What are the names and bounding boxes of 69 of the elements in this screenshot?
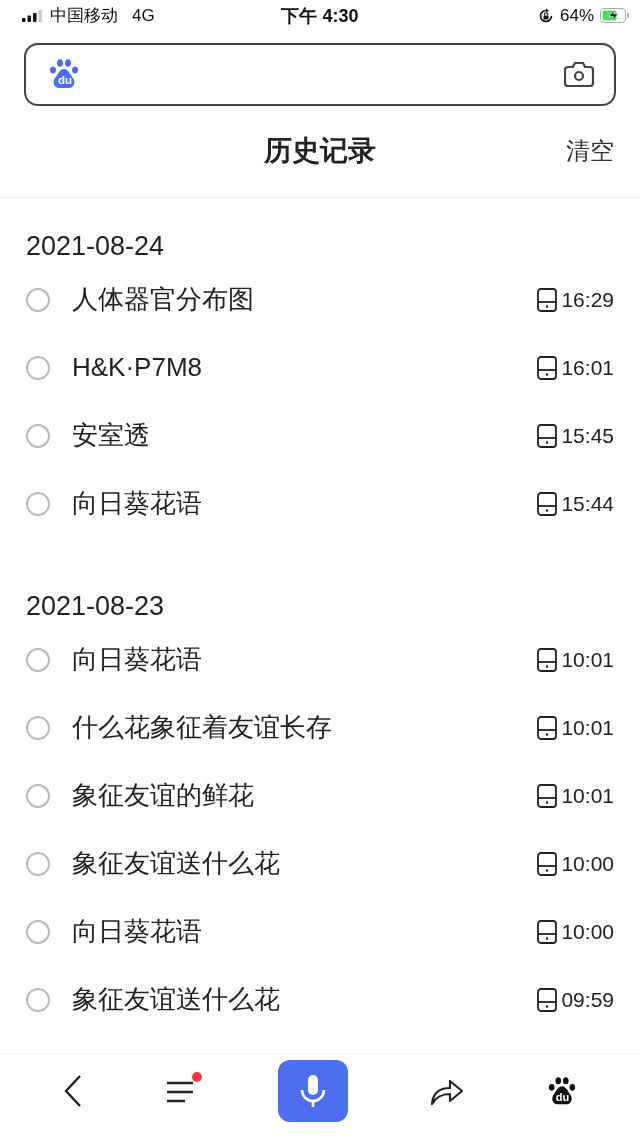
- history-item[interactable]: 向日葵花语 10:01: [0, 625, 640, 694]
- tablet-icon: [537, 715, 558, 740]
- logo-text: du: [58, 75, 73, 87]
- date-header: 2021-08-24: [25, 229, 166, 263]
- history-item[interactable]: 向日葵花语 10:00: [0, 897, 640, 966]
- logo-text: du: [555, 1092, 570, 1104]
- time-text: 15:45: [561, 423, 614, 448]
- tablet-icon: [537, 783, 558, 808]
- carrier-name: 中国移动: [50, 5, 118, 28]
- time-text: 10:01: [561, 647, 614, 672]
- tablet-icon: [537, 851, 558, 876]
- signal-icon: [22, 9, 44, 22]
- query-text: H&K·P7M8: [72, 352, 204, 384]
- checkbox[interactable]: [26, 491, 50, 516]
- checkbox[interactable]: [26, 355, 50, 380]
- tablet-icon: [537, 491, 558, 516]
- time-text: 16:29: [561, 287, 614, 312]
- time-text: 10:01: [561, 715, 614, 740]
- history-item[interactable]: 象征友谊送什么花 10:00: [0, 829, 640, 898]
- checkbox[interactable]: [26, 783, 50, 808]
- checkbox[interactable]: [26, 287, 50, 312]
- time-text: 10:01: [561, 783, 614, 808]
- paw-logo-icon: [48, 58, 80, 91]
- time-text: 16:01: [561, 355, 614, 380]
- query-text: 向日葵花语: [72, 915, 203, 949]
- battery-percent: 64%: [559, 5, 594, 26]
- checkbox[interactable]: [26, 851, 50, 876]
- time-text: 09:59: [561, 987, 614, 1012]
- query-text: 人体器官分布图: [72, 283, 255, 317]
- time-text: 10:00: [561, 851, 614, 876]
- tablet-icon: [537, 287, 558, 312]
- tablet-icon: [537, 423, 558, 448]
- query-text: 向日葵花语: [72, 643, 203, 677]
- tablet-icon: [537, 647, 558, 672]
- history-item[interactable]: 向日葵花语 15:44: [0, 469, 640, 538]
- history-item[interactable]: 象征友谊送什么花 09:59: [0, 965, 640, 1034]
- query-text: 象征友谊送什么花: [72, 847, 281, 881]
- checkbox[interactable]: [26, 715, 50, 740]
- voice-button[interactable]: [277, 1060, 348, 1123]
- history-item[interactable]: 人体器官分布图 16:29: [0, 265, 640, 334]
- paw-logo-icon[interactable]: [546, 1076, 577, 1107]
- checkbox[interactable]: [26, 987, 50, 1012]
- tablet-icon: [537, 987, 558, 1012]
- query-text: 象征友谊送什么花: [72, 983, 281, 1017]
- microphone-icon: [299, 1074, 326, 1109]
- rotation-lock-icon: [537, 7, 554, 24]
- query-text: 什么花象征着友谊长存: [72, 711, 333, 745]
- query-text: 安室透: [72, 419, 151, 453]
- tablet-icon: [537, 919, 558, 944]
- camera-icon[interactable]: [564, 61, 594, 88]
- query-text: 象征友谊的鲜花: [72, 779, 255, 813]
- time-text: 10:00: [561, 919, 614, 944]
- clear-button[interactable]: 清空: [566, 135, 614, 168]
- tablet-icon: [537, 355, 558, 380]
- time-text: 15:44: [561, 491, 614, 516]
- history-item[interactable]: H&K·P7M8 16:01: [0, 333, 640, 402]
- history-item[interactable]: 什么花象征着友谊长存 10:01: [0, 693, 640, 762]
- back-icon[interactable]: [63, 1074, 84, 1109]
- network-type: 4G: [132, 5, 155, 26]
- page-title: 历史记录: [264, 134, 376, 169]
- history-item[interactable]: 象征友谊的鲜花 10:01: [0, 761, 640, 830]
- checkbox[interactable]: [26, 647, 50, 672]
- query-text: 向日葵花语: [72, 487, 203, 521]
- clock: 下午 4:30: [281, 4, 359, 28]
- search-field[interactable]: du: [24, 42, 616, 106]
- history-item[interactable]: 安室透 15:45: [0, 401, 640, 470]
- date-header: 2021-08-23: [25, 589, 166, 623]
- checkbox[interactable]: [26, 919, 50, 944]
- checkbox[interactable]: [26, 423, 50, 448]
